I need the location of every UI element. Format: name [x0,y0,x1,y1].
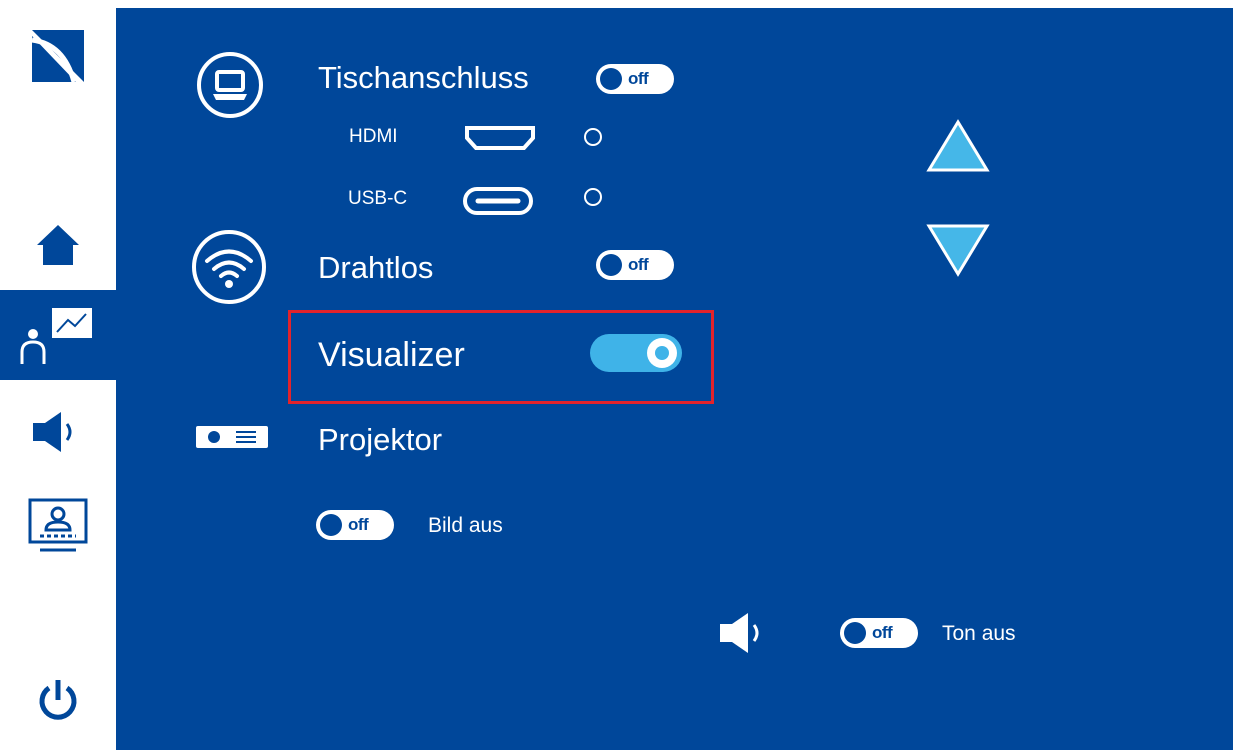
hdmi-radio[interactable] [584,128,602,146]
presenter-chart-icon [20,308,92,364]
speaker-icon [720,613,759,653]
toggle-knob [600,68,622,90]
arrow-down-icon[interactable] [926,222,990,278]
toggle-state-label: off [628,69,649,88]
usb-c-port-icon [463,187,533,215]
tischanschluss-label: Tischanschluss [318,60,529,95]
arrow-up-icon[interactable] [926,118,990,174]
laptop-icon [197,52,263,118]
sidebar-item-presenter[interactable] [0,290,116,380]
highlight-box [288,310,714,404]
logo [0,18,116,92]
hdmi-port-icon [465,126,535,150]
bild-aus-label: Bild aus [428,514,503,537]
speaker-icon [33,412,72,452]
tischanschluss-toggle[interactable]: off [596,64,674,94]
sidebar-item-power[interactable] [0,660,116,740]
toggle-state-label: off [872,623,893,642]
toggle-knob [320,514,342,536]
projektor-label: Projektor [318,422,443,457]
sidebar [0,0,116,750]
bild-aus-toggle[interactable]: off [316,510,394,540]
toggle-state-label: off [628,255,649,274]
cast-logo-icon [31,30,84,83]
projector-icon [196,426,268,448]
home-icon [37,225,79,265]
ton-aus-label: Ton aus [942,622,1016,645]
toggle-state-label: off [348,515,369,534]
sidebar-item-home[interactable] [0,210,116,280]
sidebar-item-audio[interactable] [0,392,116,472]
ton-aus-toggle[interactable]: off [840,618,918,648]
toggle-knob [600,254,622,276]
toggle-knob [844,622,866,644]
power-icon [39,680,77,720]
usbc-label: USB-C [348,188,408,209]
usbc-radio[interactable] [584,188,602,206]
drahtlos-label: Drahtlos [318,250,434,285]
wifi-icon [192,230,266,304]
drahtlos-toggle[interactable]: off [596,250,674,280]
sidebar-item-display[interactable] [0,484,116,568]
hdmi-label: HDMI [349,126,398,147]
screen-user-icon [28,498,88,552]
